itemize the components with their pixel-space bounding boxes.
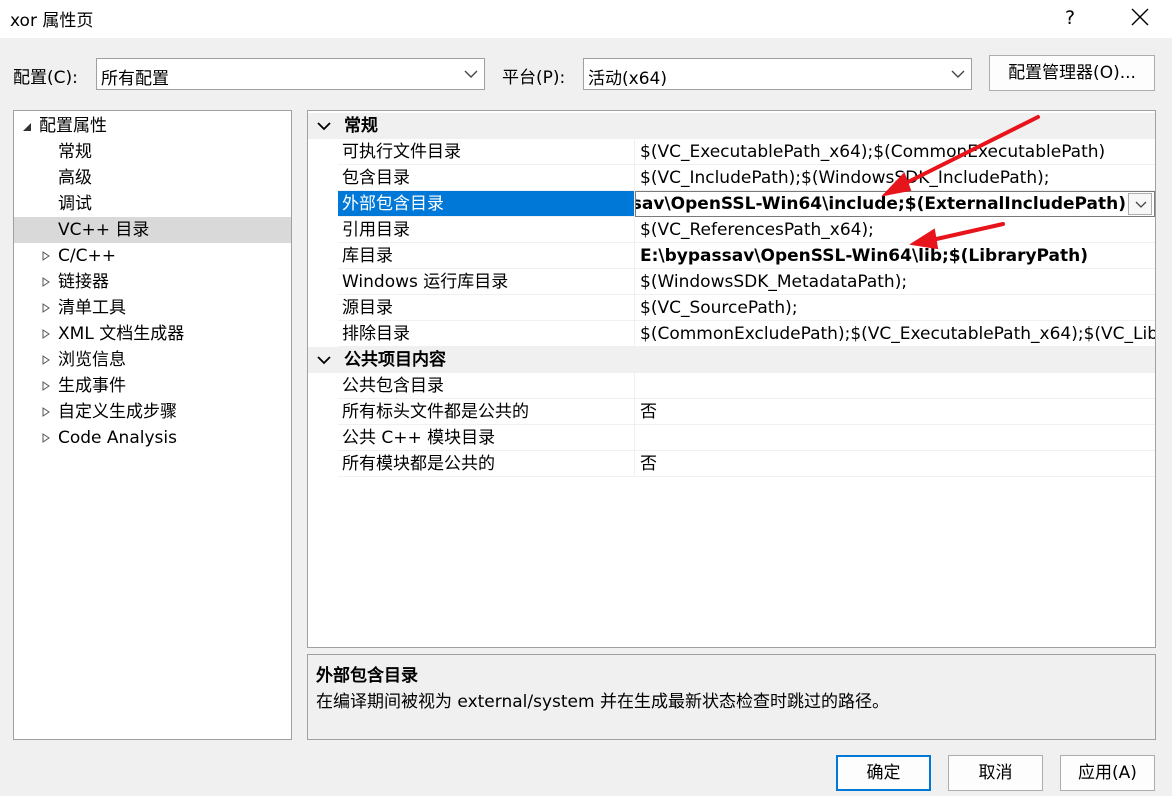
description-title: 外部包含目录: [316, 666, 418, 686]
property-row[interactable]: 公共 C++ 模块目录: [308, 425, 1155, 451]
property-row[interactable]: Windows 运行库目录 $(WindowsSDK_MetadataPath)…: [308, 269, 1155, 295]
collapse-triangle-icon: [23, 123, 31, 131]
description-panel: 外部包含目录 在编译期间被视为 external/system 并在生成最新状态…: [307, 654, 1156, 740]
chevron-down-icon: [1135, 201, 1147, 208]
tree-item-cpp[interactable]: C/C++: [14, 243, 291, 269]
tree-item-vc-directories[interactable]: VC++ 目录: [14, 217, 291, 243]
property-key: 所有模块都是公共的: [338, 451, 635, 477]
expand-triangle-icon: [42, 381, 50, 391]
property-key: 包含目录: [338, 165, 635, 191]
platform-label: 平台(P):: [502, 68, 566, 88]
window-title: xor 属性页: [10, 11, 94, 31]
tree-item-manifest-tool[interactable]: 清单工具: [14, 295, 291, 321]
property-value[interactable]: [635, 425, 1155, 451]
config-select-value: 所有配置: [101, 69, 169, 89]
property-key: Windows 运行库目录: [338, 269, 635, 295]
tree-root[interactable]: 配置属性: [14, 113, 291, 139]
property-row[interactable]: 源目录 $(VC_SourcePath);: [308, 295, 1155, 321]
tree-item-xml-doc[interactable]: XML 文档生成器: [14, 321, 291, 347]
property-row[interactable]: 引用目录 $(VC_ReferencesPath_x64);: [308, 217, 1155, 243]
description-text: 在编译期间被视为 external/system 并在生成最新状态检查时跳过的路…: [316, 692, 889, 712]
expand-triangle-icon: [42, 433, 50, 443]
property-row[interactable]: 所有标头文件都是公共的 否: [308, 399, 1155, 425]
property-row-selected[interactable]: 外部包含目录 E:\bypassav\OpenSSL-Win64\include…: [308, 191, 1155, 217]
property-key: 可执行文件目录: [338, 139, 635, 165]
property-key: 公共包含目录: [338, 373, 635, 399]
tree-item-linker[interactable]: 链接器: [14, 269, 291, 295]
config-manager-button[interactable]: 配置管理器(O)...: [989, 55, 1155, 91]
close-icon: [1131, 8, 1149, 26]
property-value[interactable]: E:\bypassav\OpenSSL-Win64\lib;$(LibraryP…: [635, 243, 1155, 269]
category-general[interactable]: 常规: [308, 113, 1155, 139]
property-grid[interactable]: 常规 可执行文件目录 $(VC_ExecutablePath_x64);$(Co…: [307, 110, 1156, 648]
property-key: 源目录: [338, 295, 635, 321]
cancel-button[interactable]: 取消: [948, 755, 1043, 791]
property-key: 外部包含目录: [338, 191, 635, 217]
tree-item-advanced[interactable]: 高级: [14, 165, 291, 191]
expand-triangle-icon: [42, 407, 50, 417]
expand-triangle-icon: [42, 355, 50, 365]
config-select[interactable]: 所有配置: [96, 58, 485, 90]
category-public-project[interactable]: 公共项目内容: [308, 347, 1155, 373]
property-value[interactable]: $(CommonExcludePath);$(VC_ExecutablePath…: [635, 321, 1155, 347]
property-key: 所有标头文件都是公共的: [338, 399, 635, 425]
ok-button[interactable]: 确定: [836, 755, 931, 791]
value-dropdown-button[interactable]: [1128, 193, 1152, 215]
property-key: 公共 C++ 模块目录: [338, 425, 635, 451]
close-button[interactable]: [1118, 0, 1162, 34]
title-bar: xor 属性页 ?: [0, 0, 1172, 38]
expand-triangle-icon: [42, 329, 50, 339]
platform-select[interactable]: 活动(x64): [583, 58, 972, 90]
property-value[interactable]: 否: [635, 399, 1155, 425]
property-row[interactable]: 公共包含目录: [308, 373, 1155, 399]
tree-item-custom-build[interactable]: 自定义生成步骤: [14, 399, 291, 425]
property-value[interactable]: [635, 373, 1155, 399]
chevron-down-icon: [317, 122, 331, 131]
help-button[interactable]: ?: [1054, 3, 1086, 33]
tree-item-debugging[interactable]: 调试: [14, 191, 291, 217]
property-value[interactable]: $(VC_ReferencesPath_x64);: [635, 217, 1155, 243]
expand-triangle-icon: [42, 277, 50, 287]
config-label: 配置(C):: [13, 68, 78, 88]
tree-item-browse-info[interactable]: 浏览信息: [14, 347, 291, 373]
property-row[interactable]: 库目录 E:\bypassav\OpenSSL-Win64\lib;$(Libr…: [308, 243, 1155, 269]
expand-triangle-icon: [42, 251, 50, 261]
property-row[interactable]: 包含目录 $(VC_IncludePath);$(WindowsSDK_Incl…: [308, 165, 1155, 191]
property-tree[interactable]: 配置属性 常规 高级 调试 VC++ 目录 C/C++ 链接器 清单工具 XML…: [13, 110, 292, 740]
property-value-text[interactable]: E:\bypassav\OpenSSL-Win64\include;$(Exte…: [636, 192, 1126, 216]
property-key: 引用目录: [338, 217, 635, 243]
property-value[interactable]: $(VC_IncludePath);$(WindowsSDK_IncludePa…: [635, 165, 1155, 191]
tree-item-general[interactable]: 常规: [14, 139, 291, 165]
chevron-down-icon: [317, 356, 331, 365]
tree-item-code-analysis[interactable]: Code Analysis: [14, 425, 291, 451]
chevron-down-icon: [464, 70, 478, 78]
property-value[interactable]: $(VC_ExecutablePath_x64);$(CommonExecuta…: [635, 139, 1155, 165]
apply-button[interactable]: 应用(A): [1060, 755, 1155, 791]
property-key: 排除目录: [338, 321, 635, 347]
property-value[interactable]: 否: [635, 451, 1155, 477]
property-value-editor[interactable]: E:\bypassav\OpenSSL-Win64\include;$(Exte…: [635, 191, 1155, 217]
platform-select-value: 活动(x64): [588, 69, 667, 89]
tree-item-build-events[interactable]: 生成事件: [14, 373, 291, 399]
property-value[interactable]: $(WindowsSDK_MetadataPath);: [635, 269, 1155, 295]
property-value[interactable]: $(VC_SourcePath);: [635, 295, 1155, 321]
property-row[interactable]: 所有模块都是公共的 否: [308, 451, 1155, 477]
property-key: 库目录: [338, 243, 635, 269]
chevron-down-icon: [951, 70, 965, 78]
expand-triangle-icon: [42, 303, 50, 313]
property-row[interactable]: 排除目录 $(CommonExcludePath);$(VC_Executabl…: [308, 321, 1155, 347]
property-row[interactable]: 可执行文件目录 $(VC_ExecutablePath_x64);$(Commo…: [308, 139, 1155, 165]
